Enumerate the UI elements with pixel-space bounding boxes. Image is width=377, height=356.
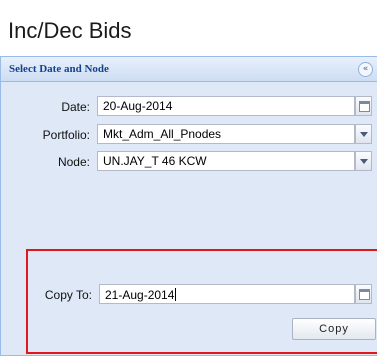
portfolio-label: Portfolio:: [42, 128, 90, 142]
calendar-icon: [359, 289, 370, 300]
chevron-down-icon: [360, 159, 368, 164]
node-select[interactable]: UN.JAY_T 46 KCW: [97, 151, 355, 171]
collapse-panel-icon[interactable]: «: [358, 62, 373, 77]
copy-to-value: 21-Aug-2014: [105, 288, 175, 302]
page-title: Inc/Dec Bids: [8, 18, 132, 43]
copy-button[interactable]: Copy: [292, 318, 376, 340]
date-picker-trigger[interactable]: [355, 96, 372, 116]
node-dropdown-trigger[interactable]: [355, 151, 372, 171]
text-cursor: [175, 288, 177, 301]
chevron-down-icon: [360, 132, 368, 137]
portfolio-select[interactable]: Mkt_Adm_All_Pnodes: [97, 124, 355, 144]
copy-to-date-field[interactable]: 21-Aug-2014: [99, 284, 355, 304]
panel-title: Select Date and Node: [9, 63, 109, 75]
calendar-icon: [359, 101, 370, 112]
cropped-top-text: [0, 0, 377, 6]
panel-header: Select Date and Node «: [1, 57, 377, 82]
portfolio-dropdown-trigger[interactable]: [355, 124, 372, 144]
node-label: Node:: [57, 155, 90, 169]
date-field[interactable]: 20-Aug-2014: [97, 96, 355, 116]
copy-to-date-picker-trigger[interactable]: [355, 284, 372, 304]
copy-to-label: Copy To:: [44, 288, 92, 302]
date-label: Date:: [61, 100, 90, 114]
